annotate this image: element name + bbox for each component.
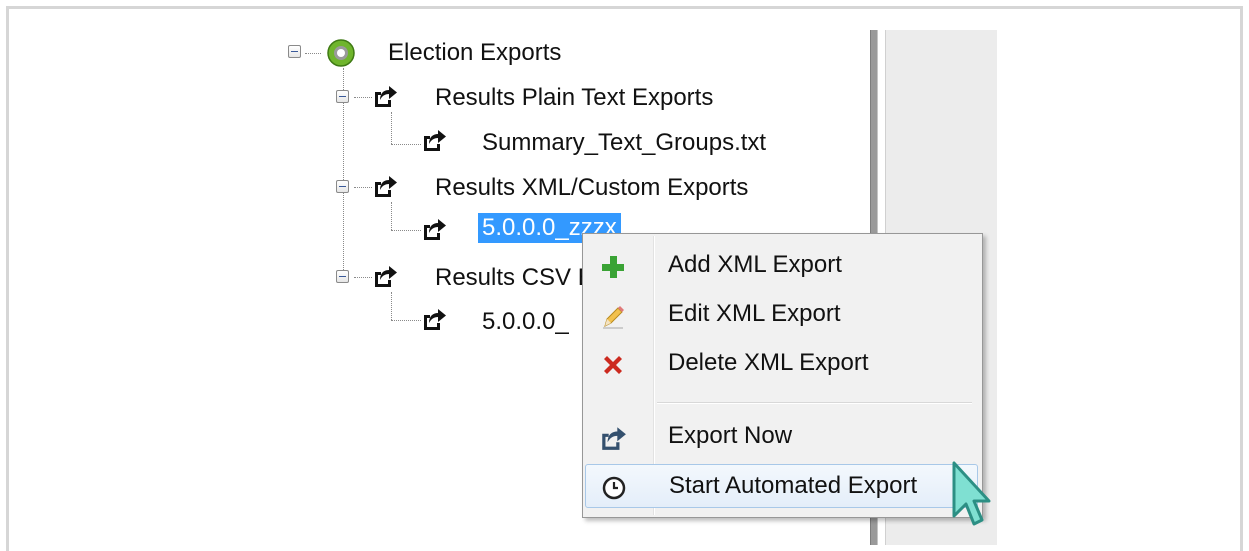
delete-x-icon bbox=[604, 356, 622, 374]
export-arrow-icon bbox=[421, 127, 447, 153]
group-xml-toggle[interactable] bbox=[336, 180, 349, 193]
election-globe-icon bbox=[327, 39, 355, 67]
menu-item-add-xml-export[interactable]: Add XML Export bbox=[585, 244, 978, 288]
tree-group-xml[interactable]: Results XML/Custom Exports bbox=[435, 173, 748, 203]
export-arrow-icon bbox=[372, 83, 398, 109]
menu-item-export-now[interactable]: Export Now bbox=[585, 415, 978, 459]
root-collapse-toggle[interactable] bbox=[288, 45, 301, 58]
menu-item-delete-xml-export[interactable]: Delete XML Export bbox=[585, 342, 978, 386]
export-arrow-icon bbox=[602, 427, 626, 450]
group-plain-text-toggle[interactable] bbox=[336, 90, 349, 103]
menu-item-edit-xml-export[interactable]: Edit XML Export bbox=[585, 293, 978, 337]
pencil-icon bbox=[603, 306, 624, 329]
export-arrow-icon bbox=[372, 173, 398, 199]
tree-item-summary-text[interactable]: Summary_Text_Groups.txt bbox=[482, 128, 766, 158]
tree-item-csv[interactable]: 5.0.0.0_ bbox=[482, 307, 569, 337]
clock-icon bbox=[602, 476, 626, 500]
export-arrow-icon bbox=[421, 216, 447, 242]
mouse-cursor-icon bbox=[952, 461, 991, 526]
menu-separator bbox=[657, 402, 972, 404]
context-menu: Add XML Export Edit XML Export Delete XM… bbox=[582, 233, 983, 518]
tree-group-plain-text[interactable]: Results Plain Text Exports bbox=[435, 83, 713, 113]
menu-item-start-automated-export[interactable]: Start Automated Export bbox=[585, 464, 978, 508]
plus-icon bbox=[602, 256, 624, 278]
export-arrow-icon bbox=[372, 263, 398, 289]
tree-root-label[interactable]: Election Exports bbox=[388, 38, 561, 68]
group-csv-toggle[interactable] bbox=[336, 270, 349, 283]
export-arrow-icon bbox=[421, 306, 447, 332]
